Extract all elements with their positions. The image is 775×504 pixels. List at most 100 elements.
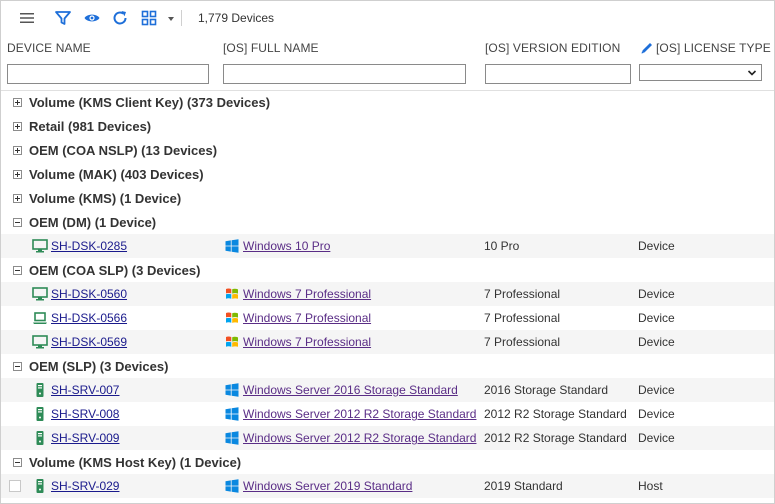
caret-down-icon[interactable] [166, 15, 176, 23]
os-version-edition-cell: 2012 R2 Storage Standard [484, 407, 627, 421]
group-row[interactable]: Volume (KMS Client Key) (373 Devices) [1, 90, 774, 114]
column-header-device-name[interactable]: DEVICE NAME [7, 41, 91, 55]
server-icon [32, 474, 48, 498]
group-row[interactable]: Volume (KMS) (1 Device) [1, 186, 774, 210]
desktop-icon [32, 234, 48, 258]
group-row[interactable]: OEM (COA SLP) (3 Devices) [1, 258, 774, 282]
collapse-icon[interactable] [13, 218, 22, 227]
group-row[interactable]: OEM (COA NSLP) (13 Devices) [1, 138, 774, 162]
toolbar-divider [181, 10, 182, 26]
os-full-name-link[interactable]: Windows 10 Pro [243, 234, 330, 258]
device-name-link[interactable]: SH-SRV-007 [51, 378, 119, 402]
table-row[interactable]: SH-DSK-0569 Windows 7 Professional 7 Profe… [1, 330, 774, 354]
column-header-os-full-name[interactable]: [OS] FULL NAME [223, 41, 319, 55]
edit-pencil-icon[interactable] [639, 40, 655, 56]
column-header-os-version-edition[interactable]: [OS] VERSION EDITION [485, 41, 620, 55]
collapse-icon[interactable] [13, 458, 22, 467]
device-count: 1,779 Devices [198, 11, 275, 25]
server-icon [32, 402, 48, 426]
table-row[interactable]: SH-SRV-007 Windows Server 2016 Storage St… [1, 378, 774, 402]
group-label: Volume (KMS Host Key) (1 Device) [29, 454, 242, 470]
os-version-edition-cell: 10 Pro [484, 239, 520, 253]
group-label: OEM (SLP) (3 Devices) [29, 358, 169, 374]
device-name-link[interactable]: SH-SRV-029 [51, 474, 119, 498]
server-icon [32, 426, 48, 450]
expand-icon[interactable] [13, 146, 22, 155]
windows10-icon [225, 234, 239, 258]
os-license-type-cell: Device [638, 431, 675, 445]
devices-grid-window: 1,779 Devices DEVICE NAME [OS] FULL NAME… [0, 0, 775, 504]
device-name-link[interactable]: SH-SRV-008 [51, 402, 119, 426]
group-label: OEM (COA NSLP) (13 Devices) [29, 142, 218, 158]
desktop-icon [32, 282, 48, 306]
group-label: OEM (DM) (1 Device) [29, 214, 157, 230]
windows7-icon [225, 330, 239, 354]
group-row[interactable]: Volume (KMS Host Key) (1 Device) [1, 450, 774, 474]
os-version-edition-cell: 7 Professional [484, 335, 561, 349]
device-name-filter-input[interactable] [7, 64, 209, 84]
os-version-edition-cell: 7 Professional [484, 311, 561, 325]
filter-icon[interactable] [54, 9, 72, 27]
os-version-edition-cell: 7 Professional [484, 287, 561, 301]
os-license-type-cell: Host [638, 479, 663, 493]
menu-icon[interactable] [19, 11, 35, 25]
os-full-name-link[interactable]: Windows Server 2012 R2 Storage Standard [243, 426, 476, 450]
windows10-icon [225, 378, 239, 402]
refresh-icon[interactable] [111, 9, 129, 27]
os-full-name-filter-input[interactable] [223, 64, 466, 84]
os-license-type-cell: Device [638, 239, 675, 253]
table-row[interactable]: SH-SRV-009 Windows Server 2012 R2 Storage… [1, 426, 774, 450]
os-license-type-cell: Device [638, 335, 675, 349]
os-license-type-cell: Device [638, 407, 675, 421]
windows7-icon [225, 306, 239, 330]
os-full-name-link[interactable]: Windows 7 Professional [243, 282, 371, 306]
group-row[interactable]: Retail (981 Devices) [1, 114, 774, 138]
expand-icon[interactable] [13, 98, 22, 107]
os-full-name-link[interactable]: Windows 7 Professional [243, 306, 371, 330]
grid-icon[interactable] [141, 10, 157, 26]
group-label: Volume (KMS Client Key) (373 Devices) [29, 94, 271, 110]
column-header-os-license-type[interactable]: [OS] LICENSE TYPE [656, 41, 771, 55]
device-name-link[interactable]: SH-DSK-0569 [51, 330, 127, 354]
row-checkbox[interactable] [9, 480, 21, 492]
table-row[interactable]: SH-SRV-029 Windows Server 2019 Standard 20… [1, 474, 774, 498]
table-row[interactable]: SH-DSK-0560 Windows 7 Professional 7 Profe… [1, 282, 774, 306]
license-type-filter-select[interactable] [639, 64, 762, 81]
table-row[interactable]: SH-DSK-0566 Windows 7 Professional 7 Profe… [1, 306, 774, 330]
group-row[interactable]: OEM (DM) (1 Device) [1, 210, 774, 234]
expand-icon[interactable] [13, 122, 22, 131]
server-icon [32, 378, 48, 402]
os-license-type-cell: Device [638, 311, 675, 325]
windows10-icon [225, 426, 239, 450]
os-version-edition-cell: 2016 Storage Standard [484, 383, 609, 397]
expand-icon[interactable] [13, 170, 22, 179]
group-label: Retail (981 Devices) [29, 118, 152, 134]
group-row[interactable]: OEM (SLP) (3 Devices) [1, 354, 774, 378]
expand-icon[interactable] [13, 194, 22, 203]
device-name-link[interactable]: SH-SRV-009 [51, 426, 119, 450]
table-row[interactable]: SH-SRV-008 Windows Server 2012 R2 Storage… [1, 402, 774, 426]
table-row[interactable]: SH-DSK-0285 Windows 10 Pro 10 Pro Device [1, 234, 774, 258]
eye-icon[interactable] [83, 9, 101, 27]
group-label: OEM (COA SLP) (3 Devices) [29, 262, 201, 278]
os-license-type-cell: Device [638, 383, 675, 397]
windows10-icon [225, 474, 239, 498]
device-name-link[interactable]: SH-DSK-0566 [51, 306, 127, 330]
toolbar: 1,779 Devices [1, 1, 774, 35]
os-full-name-link[interactable]: Windows Server 2012 R2 Storage Standard [243, 402, 476, 426]
device-name-link[interactable]: SH-DSK-0285 [51, 234, 127, 258]
windows7-icon [225, 282, 239, 306]
group-row[interactable]: Volume (MAK) (403 Devices) [1, 162, 774, 186]
os-full-name-link[interactable]: Windows Server 2016 Storage Standard [243, 378, 458, 402]
collapse-icon[interactable] [13, 266, 22, 275]
device-name-link[interactable]: SH-DSK-0560 [51, 282, 127, 306]
os-full-name-link[interactable]: Windows Server 2019 Standard [243, 474, 412, 498]
os-version-edition-filter-input[interactable] [485, 64, 631, 84]
group-label: Volume (MAK) (403 Devices) [29, 166, 204, 182]
laptop-icon [32, 306, 48, 330]
os-version-edition-cell: 2012 R2 Storage Standard [484, 431, 627, 445]
collapse-icon[interactable] [13, 362, 22, 371]
chevron-down-icon [747, 70, 757, 76]
os-full-name-link[interactable]: Windows 7 Professional [243, 330, 371, 354]
windows10-icon [225, 402, 239, 426]
